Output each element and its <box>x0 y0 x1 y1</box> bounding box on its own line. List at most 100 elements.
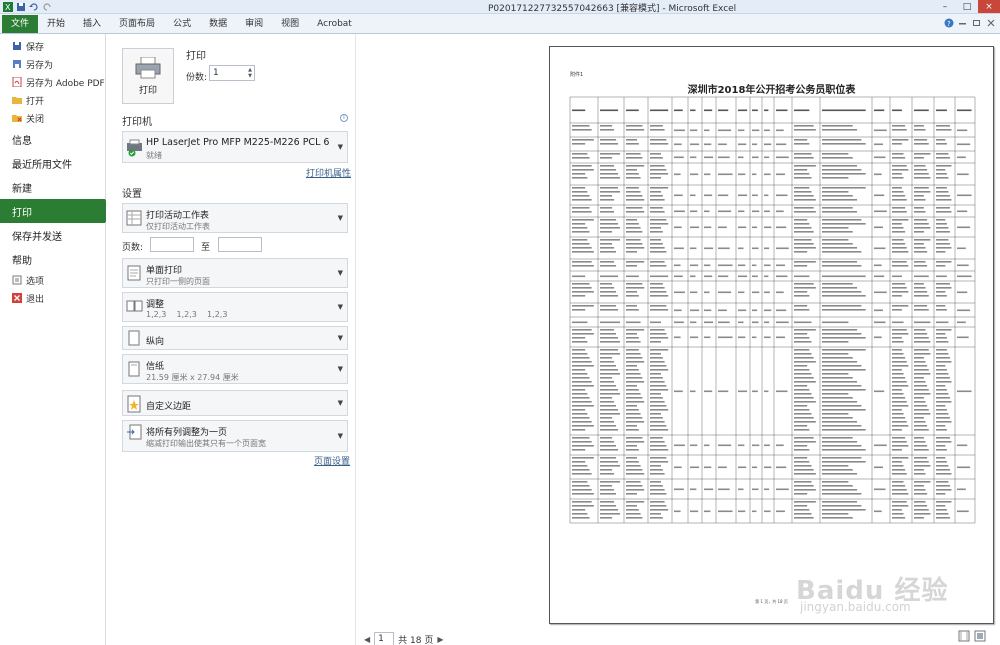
margins-dropdown[interactable]: 自定义边距 ▼ <box>122 390 348 416</box>
portrait-icon <box>126 330 142 346</box>
window-controls: – □ × <box>934 0 1000 13</box>
pages-label: 页数: <box>122 243 144 253</box>
redo-icon[interactable] <box>42 2 52 12</box>
excel-app-icon: X <box>3 1 13 12</box>
print-button[interactable]: 打印 <box>122 48 174 104</box>
print-what-value: 打印活动工作表 <box>146 211 210 221</box>
nav-save-as-label: 另存为 <box>26 60 54 71</box>
total-pages: 共 18 页 <box>398 635 434 645</box>
tab-file[interactable]: 文件 <box>2 15 39 33</box>
nav-close[interactable]: 关闭 <box>0 109 105 127</box>
tab-formulas[interactable]: 公式 <box>164 15 200 33</box>
nav-exit-label: 退出 <box>26 294 45 305</box>
collate-value: 调整 <box>146 300 165 310</box>
print-what-desc: 仅打印活动工作表 <box>146 222 210 231</box>
paper-icon <box>126 361 142 377</box>
margins-value: 自定义边距 <box>146 402 192 412</box>
preview-table <box>569 96 976 524</box>
copies-spinner[interactable]: ▲ ▼ <box>248 67 252 79</box>
chevron-down-icon: ▼ <box>337 432 343 440</box>
minimize-button[interactable]: – <box>934 0 956 13</box>
undo-icon[interactable] <box>29 2 39 12</box>
sides-dropdown[interactable]: 单面打印 只打印一侧的页面 ▼ <box>122 258 348 288</box>
pages-to-label: 至 <box>201 243 211 253</box>
sides-value: 单面打印 <box>146 266 183 276</box>
save-icon[interactable] <box>16 2 26 12</box>
tab-review[interactable]: 审阅 <box>236 15 272 33</box>
close-button[interactable]: × <box>978 0 1000 13</box>
printer-properties-link[interactable]: 打印机属性 <box>306 166 351 179</box>
backstage-nav: 保存 另存为 另存为 Adobe PDF 打开 关闭 信息 最近所用文件 新建 … <box>0 34 112 645</box>
close-workbook-icon[interactable] <box>986 18 996 31</box>
show-margins-icon[interactable] <box>958 630 970 645</box>
orientation-dropdown[interactable]: 纵向 ▼ <box>122 326 348 350</box>
worksheet-icon <box>126 210 142 226</box>
fit-columns-icon <box>126 423 142 440</box>
chevron-down-icon: ▼ <box>337 143 343 151</box>
nav-save-send[interactable]: 保存并发送 <box>0 223 105 247</box>
maximize-button[interactable]: □ <box>956 0 978 13</box>
restore-ribbon-icon[interactable] <box>972 18 982 31</box>
current-page-input[interactable]: 1 <box>374 632 395 645</box>
tab-insert[interactable]: 插入 <box>74 15 110 33</box>
nav-open-label: 打开 <box>26 96 45 107</box>
printer-ready-icon <box>126 139 142 157</box>
chevron-down-icon: ▼ <box>337 303 343 311</box>
preview-page[interactable]: 附件1 深圳市2018年公开招考公务员职位表 第 1 页，共 18 页 <box>549 46 994 624</box>
window-title: P020171227732557042663 [兼容模式] - Microsof… <box>488 4 737 14</box>
zoom-to-page-icon[interactable] <box>974 630 986 645</box>
sides-desc: 只打印一侧的页面 <box>146 277 210 286</box>
chevron-down-icon: ▼ <box>337 334 343 342</box>
collate-icon <box>126 299 143 315</box>
nav-save-label: 保存 <box>26 42 45 53</box>
chevron-down-icon: ▼ <box>337 214 343 222</box>
tab-acrobat[interactable]: Acrobat <box>308 15 361 33</box>
nav-exit[interactable]: 退出 <box>0 289 105 307</box>
scaling-desc: 缩减打印输出使其只有一个页面宽 <box>146 439 266 448</box>
print-preview: 附件1 深圳市2018年公开招考公务员职位表 第 1 页，共 18 页 ◀ 1 … <box>356 34 1000 645</box>
paper-size-dropdown[interactable]: 信纸 21.59 厘米 x 27.94 厘米 ▼ <box>122 354 348 384</box>
copies-label: 份数: <box>186 73 208 83</box>
nav-help[interactable]: 帮助 <box>0 247 105 271</box>
tab-data[interactable]: 数据 <box>200 15 236 33</box>
one-sided-icon <box>126 265 142 281</box>
folder-open-icon <box>12 95 22 105</box>
paper-size-desc: 21.59 厘米 x 27.94 厘米 <box>146 373 239 382</box>
copies-input[interactable]: 1 ▲ ▼ <box>209 65 255 81</box>
minimize-ribbon-icon[interactable] <box>958 18 968 31</box>
nav-print[interactable]: 打印 <box>0 199 112 223</box>
help-icon[interactable]: ? <box>944 18 954 31</box>
tab-page-layout[interactable]: 页面布局 <box>110 15 164 33</box>
nav-open[interactable]: 打开 <box>0 91 105 109</box>
printer-name: HP LaserJet Pro MFP M225-M226 PCL 6 <box>146 137 330 148</box>
next-page-icon[interactable]: ▶ <box>437 635 443 644</box>
pages-from-input[interactable] <box>150 237 194 252</box>
title-bar: X P020171227732557042663 [兼容模式] - Micros… <box>0 0 1000 14</box>
tab-home[interactable]: 开始 <box>38 15 74 33</box>
page-navigator: ◀ 1 共 18 页 ▶ <box>364 632 444 645</box>
previous-page-icon[interactable]: ◀ <box>364 635 370 644</box>
tab-view[interactable]: 视图 <box>272 15 308 33</box>
page-setup-link[interactable]: 页面设置 <box>314 454 350 467</box>
svg-text:X: X <box>5 3 11 12</box>
printer-dropdown[interactable]: HP LaserJet Pro MFP M225-M226 PCL 6 就绪 ▼ <box>122 131 348 163</box>
nav-recent[interactable]: 最近所用文件 <box>0 151 105 175</box>
scaling-value: 将所有列调整为一页 <box>146 428 228 438</box>
print-what-dropdown[interactable]: 打印活动工作表 仅打印活动工作表 ▼ <box>122 203 348 233</box>
pages-to-input[interactable] <box>218 237 262 252</box>
nav-new[interactable]: 新建 <box>0 175 105 199</box>
ribbon-tabs: 文件 开始 插入 页面布局 公式 数据 审阅 视图 Acrobat ? <box>0 14 1000 34</box>
nav-info[interactable]: 信息 <box>0 127 105 151</box>
save-icon <box>12 41 22 51</box>
collate-dropdown[interactable]: 调整 1,2,3 1,2,3 1,2,3 ▼ <box>122 292 348 322</box>
nav-save-as-pdf[interactable]: 另存为 Adobe PDF <box>0 73 105 91</box>
paper-size-value: 信纸 <box>146 362 165 372</box>
scaling-dropdown[interactable]: 将所有列调整为一页 缩减打印输出使其只有一个页面宽 ▼ <box>122 420 348 452</box>
nav-options[interactable]: 选项 <box>0 271 105 289</box>
info-icon[interactable]: i <box>340 114 348 122</box>
nav-save[interactable]: 保存 <box>0 37 105 55</box>
nav-save-as[interactable]: 另存为 <box>0 55 105 73</box>
print-button-label: 打印 <box>138 85 157 96</box>
chevron-down-icon: ▼ <box>337 269 343 277</box>
printer-status: 就绪 <box>146 151 162 160</box>
